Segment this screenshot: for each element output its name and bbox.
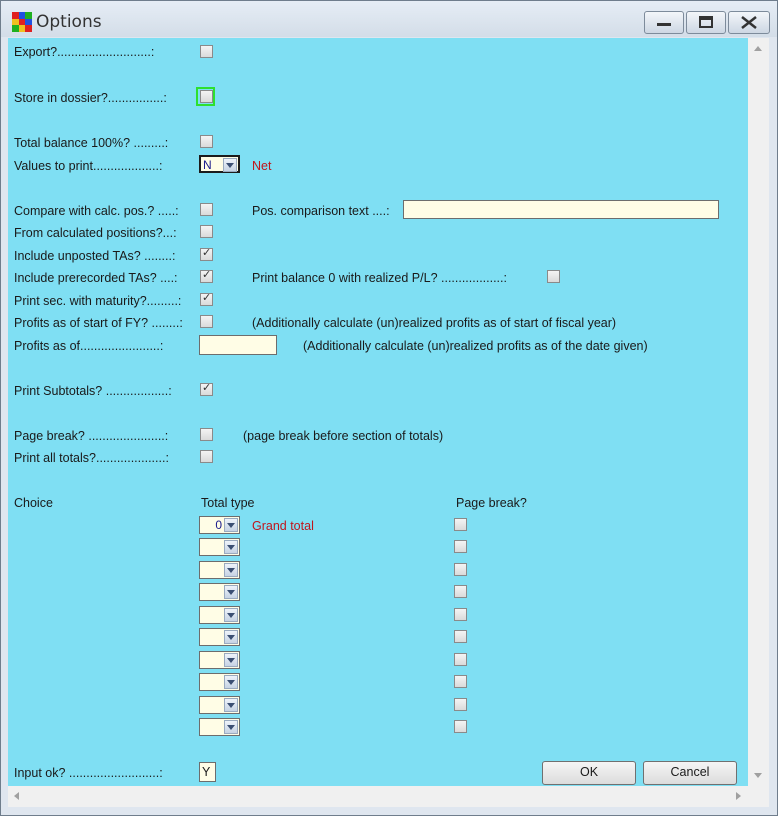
options-window: Options Export?.........................… xyxy=(0,0,778,816)
page-break-label: Page break? ......................: xyxy=(14,429,169,443)
from-calc-label: From calculated positions?...: xyxy=(14,226,177,240)
chevron-down-icon[interactable] xyxy=(224,675,238,689)
total-type-combo[interactable] xyxy=(199,651,240,669)
pos-comparison-label: Pos. comparison text ....: xyxy=(252,204,390,218)
pos-comparison-input[interactable] xyxy=(403,200,719,219)
total-page-break-checkbox[interactable] xyxy=(454,563,467,576)
check-icon: ✓ xyxy=(202,247,212,259)
print-subtotals-checkbox[interactable]: ✓ xyxy=(200,382,213,396)
print-maturity-label: Print sec. with maturity?.........: xyxy=(14,294,182,308)
maximize-button[interactable] xyxy=(686,11,726,34)
store-dossier-label: Store in dossier?................: xyxy=(14,91,167,105)
export-checkbox[interactable] xyxy=(200,45,213,58)
page-break-note: (page break before section of totals) xyxy=(243,429,444,443)
total-type-combo[interactable] xyxy=(199,696,240,714)
app-icon xyxy=(12,12,32,32)
chevron-down-icon[interactable] xyxy=(223,158,237,172)
size-grip[interactable] xyxy=(748,786,769,807)
print-all-totals-label: Print all totals?....................: xyxy=(14,451,169,465)
scroll-up-icon[interactable] xyxy=(754,46,762,51)
vertical-scrollbar[interactable] xyxy=(748,38,769,786)
total-page-break-checkbox[interactable] xyxy=(454,540,467,553)
chevron-down-icon[interactable] xyxy=(224,540,238,554)
maximize-icon xyxy=(699,16,713,28)
total-type-value: 0 xyxy=(215,518,222,532)
profits-start-fy-note: (Additionally calculate (un)realized pro… xyxy=(252,316,617,330)
minimize-button[interactable] xyxy=(644,11,684,34)
chevron-down-icon[interactable] xyxy=(224,563,238,577)
total-page-break-checkbox[interactable] xyxy=(454,698,467,711)
print-maturity-checkbox[interactable]: ✓ xyxy=(200,292,213,306)
store-dossier-checkbox[interactable] xyxy=(200,90,213,103)
print-all-totals-checkbox[interactable] xyxy=(200,450,213,463)
total-page-break-checkbox[interactable] xyxy=(454,518,467,531)
total-type-combo[interactable] xyxy=(199,583,240,601)
check-icon: ✓ xyxy=(202,292,212,304)
close-button[interactable] xyxy=(728,11,770,34)
unposted-checkbox[interactable]: ✓ xyxy=(200,247,213,261)
total-page-break-checkbox[interactable] xyxy=(454,675,467,688)
input-ok-label: Input ok? ..........................: xyxy=(14,766,163,780)
prerecorded-label: Include prerecorded TAs? ....: xyxy=(14,271,178,285)
print-balance0-label: Print balance 0 with realized P/L? .....… xyxy=(252,271,507,285)
total-type-combo[interactable] xyxy=(199,561,240,579)
chevron-down-icon[interactable] xyxy=(224,518,238,532)
minimize-icon xyxy=(657,23,671,26)
total-type-header: Total type xyxy=(201,496,255,510)
chevron-down-icon[interactable] xyxy=(224,608,238,622)
profits-start-fy-label: Profits as of start of FY? ........: xyxy=(14,316,183,330)
values-to-print-desc: Net xyxy=(252,159,272,173)
chevron-down-icon[interactable] xyxy=(224,630,238,644)
total-type-combo[interactable] xyxy=(199,538,240,556)
total-page-break-checkbox[interactable] xyxy=(454,608,467,621)
page-break-header: Page break? xyxy=(456,496,527,510)
total-page-break-checkbox[interactable] xyxy=(454,720,467,733)
total-type-combo[interactable]: 0 xyxy=(199,516,240,534)
check-icon: ✓ xyxy=(202,269,212,281)
values-to-print-value: N xyxy=(203,158,212,172)
values-to-print-label: Values to print...................: xyxy=(14,159,163,173)
total-type-combo[interactable] xyxy=(199,606,240,624)
chevron-down-icon[interactable] xyxy=(224,653,238,667)
profits-as-of-note: (Additionally calculate (un)realized pro… xyxy=(303,339,648,353)
from-calc-checkbox[interactable] xyxy=(200,225,213,238)
horizontal-scrollbar[interactable] xyxy=(8,786,748,807)
cancel-button[interactable]: Cancel xyxy=(643,761,737,785)
scroll-left-icon[interactable] xyxy=(14,792,19,800)
total-page-break-checkbox[interactable] xyxy=(454,653,467,666)
page-break-checkbox[interactable] xyxy=(200,428,213,441)
window-title: Options xyxy=(36,12,102,32)
values-to-print-combo[interactable]: N xyxy=(199,155,240,173)
options-form: Export?...........................: Stor… xyxy=(8,38,748,786)
title-bar[interactable]: Options xyxy=(1,1,777,37)
close-icon xyxy=(741,16,757,29)
compare-calc-checkbox[interactable] xyxy=(200,203,213,216)
profits-start-fy-checkbox[interactable] xyxy=(200,315,213,328)
scroll-right-icon[interactable] xyxy=(736,792,741,800)
total-page-break-checkbox[interactable] xyxy=(454,585,467,598)
export-label: Export?...........................: xyxy=(14,45,155,59)
print-subtotals-label: Print Subtotals? ..................: xyxy=(14,384,172,398)
chevron-down-icon[interactable] xyxy=(224,585,238,599)
chevron-down-icon[interactable] xyxy=(224,720,238,734)
chevron-down-icon[interactable] xyxy=(224,698,238,712)
check-icon: ✓ xyxy=(202,382,212,394)
total-page-break-checkbox[interactable] xyxy=(454,630,467,643)
total-balance-label: Total balance 100%? .........: xyxy=(14,136,169,150)
scroll-down-icon[interactable] xyxy=(754,773,762,778)
total-type-combo[interactable] xyxy=(199,673,240,691)
unposted-label: Include unposted TAs? ........: xyxy=(14,249,176,263)
total-type-desc: Grand total xyxy=(252,519,314,533)
total-type-combo[interactable] xyxy=(199,718,240,736)
print-balance0-checkbox[interactable] xyxy=(547,270,560,283)
profits-as-of-input[interactable] xyxy=(199,335,277,355)
total-type-combo[interactable] xyxy=(199,628,240,646)
total-balance-checkbox[interactable] xyxy=(200,135,213,148)
choice-header: Choice xyxy=(14,496,53,510)
ok-button[interactable]: OK xyxy=(542,761,636,785)
compare-calc-label: Compare with calc. pos.? .....: xyxy=(14,204,179,218)
profits-as-of-label: Profits as of.......................: xyxy=(14,339,164,353)
input-ok-field[interactable]: Y xyxy=(199,762,216,782)
prerecorded-checkbox[interactable]: ✓ xyxy=(200,269,213,283)
